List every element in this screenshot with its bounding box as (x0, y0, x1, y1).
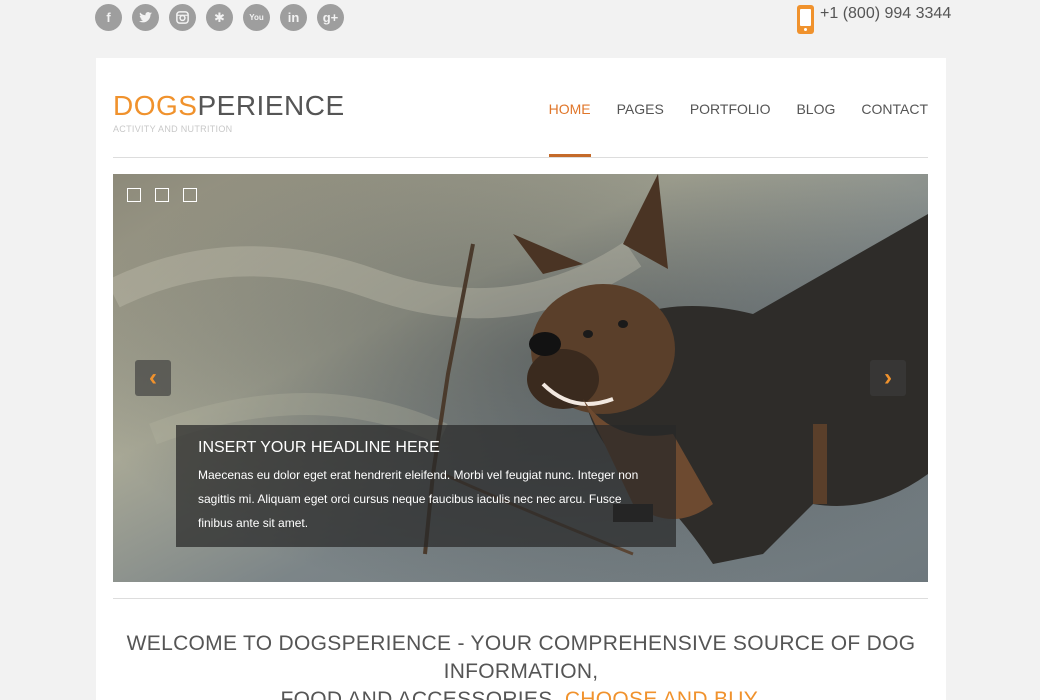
youtube-icon[interactable]: You (243, 4, 270, 31)
chevron-right-icon: › (884, 364, 892, 391)
header-divider (113, 157, 928, 158)
phone-contact: +1 (800) 994 3344 (797, 5, 951, 34)
nav-item-home[interactable]: HOME (536, 101, 604, 157)
linkedin-icon[interactable]: in (280, 4, 307, 31)
slider-pagination (127, 188, 197, 202)
facebook-icon[interactable]: f (95, 4, 122, 31)
top-bar: f ✱ You in g+ +1 (800) 994 3344 (0, 0, 1040, 58)
instagram-icon[interactable] (169, 4, 196, 31)
welcome-line-2: FOOD AND ACCESSORIES. CHOOSE AND BUY. (96, 686, 946, 700)
section-divider (113, 598, 928, 599)
logo-title-accent: DOGS (113, 90, 198, 121)
twitter-bird-shape (138, 12, 153, 23)
hero-slider[interactable]: ‹ › INSERT YOUR HEADLINE HERE Maecenas e… (113, 174, 928, 582)
social-links: f ✱ You in g+ (95, 4, 344, 31)
slide-headline: INSERT YOUR HEADLINE HERE (198, 439, 440, 456)
slider-dot[interactable] (127, 188, 141, 202)
chevron-left-icon: ‹ (149, 364, 157, 391)
nav-item-pages[interactable]: PAGES (604, 101, 677, 157)
yelp-icon[interactable]: ✱ (206, 4, 233, 31)
slider-prev-button[interactable]: ‹ (135, 360, 171, 396)
nav-item-portfolio[interactable]: PORTFOLIO (677, 101, 784, 157)
googleplus-icon[interactable]: g+ (317, 4, 344, 31)
logo-title: DOGSPERIENCE (113, 90, 345, 122)
slider-next-button[interactable]: › (870, 360, 906, 396)
main-card: DOGSPERIENCE ACTIVITY AND NUTRITION HOME… (96, 58, 946, 700)
welcome-cta-highlight[interactable]: CHOOSE AND BUY. (565, 688, 762, 700)
logo-title-rest: PERIENCE (197, 90, 345, 121)
nav-item-contact[interactable]: CONTACT (848, 101, 928, 157)
slide-caption: INSERT YOUR HEADLINE HERE Maecenas eu do… (176, 425, 676, 547)
main-nav: HOME PAGES PORTFOLIO BLOG CONTACT (536, 101, 928, 157)
slider-dot[interactable] (183, 188, 197, 202)
welcome-heading: WELCOME TO DOGSPERIENCE - YOUR COMPREHEN… (96, 630, 946, 700)
twitter-icon[interactable] (132, 4, 159, 31)
smartphone-icon (797, 5, 814, 34)
phone-number[interactable]: +1 (800) 994 3344 (820, 5, 951, 23)
instagram-camera-shape (176, 11, 189, 24)
logo-tagline: ACTIVITY AND NUTRITION (113, 124, 233, 134)
welcome-line-1: WELCOME TO DOGSPERIENCE - YOUR COMPREHEN… (126, 632, 916, 683)
site-logo[interactable]: DOGSPERIENCE ACTIVITY AND NUTRITION (113, 90, 345, 134)
slider-dot[interactable] (155, 188, 169, 202)
nav-item-blog[interactable]: BLOG (783, 101, 848, 157)
slide-description: Maecenas eu dolor eget erat hendrerit el… (198, 468, 639, 530)
welcome-line-2-text: FOOD AND ACCESSORIES. (280, 688, 559, 700)
